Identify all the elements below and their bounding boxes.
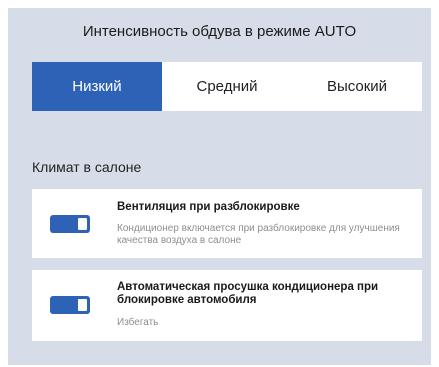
intensity-option-low[interactable]: Низкий bbox=[32, 62, 162, 111]
setting-title: Вентиляция при разблокировке bbox=[117, 201, 300, 213]
setting-card-unlock-ventilation: Вентиляция при разблокировке Кондиционер… bbox=[32, 189, 422, 258]
setting-description: Избегать bbox=[117, 317, 159, 328]
setting-title: Автоматическая просушка кондиционера при… bbox=[117, 281, 379, 306]
unlock-ventilation-toggle[interactable] bbox=[50, 215, 90, 233]
toggle-knob bbox=[78, 218, 87, 230]
setting-description: Кондиционер включается при разблокировке… bbox=[117, 223, 400, 246]
setting-card-auto-dry: Автоматическая просушка кондиционера при… bbox=[32, 270, 422, 341]
settings-panel: Интенсивность обдува в режиме AUTO Низки… bbox=[8, 8, 431, 365]
auto-intensity-selector: Низкий Средний Высокий bbox=[32, 62, 422, 111]
intensity-option-high[interactable]: Высокий bbox=[292, 62, 422, 111]
toggle-knob bbox=[78, 299, 87, 311]
auto-intensity-title: Интенсивность обдува в режиме AUTO bbox=[82, 23, 357, 40]
auto-dry-toggle[interactable] bbox=[50, 296, 90, 314]
intensity-option-medium[interactable]: Средний bbox=[162, 62, 292, 111]
climate-section-title: Климат в салоне bbox=[32, 159, 142, 175]
